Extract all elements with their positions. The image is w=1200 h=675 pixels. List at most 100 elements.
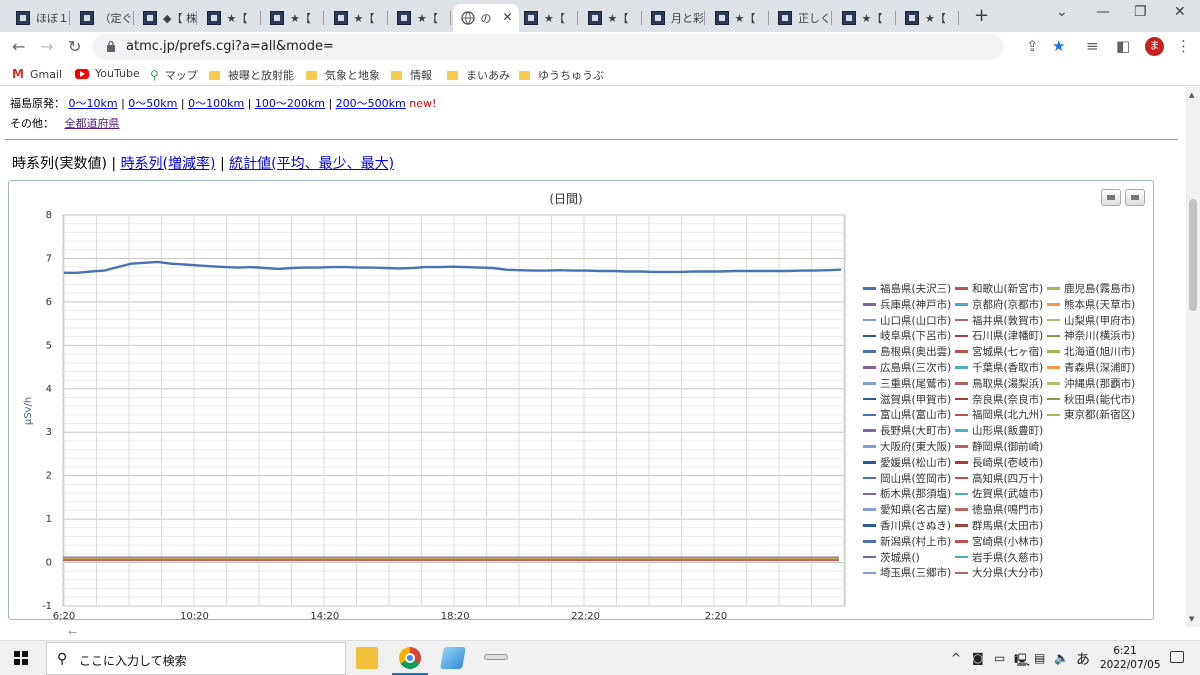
legend-item[interactable]: 岩手県(久慈市) <box>955 550 1043 565</box>
browser-tab[interactable]: 月と彩 <box>643 4 705 32</box>
browser-tab[interactable]: の ✕ <box>452 4 519 32</box>
address-bar[interactable]: atmc.jp/prefs.cgi?a=all&mode= <box>92 34 1004 60</box>
legend-item[interactable]: 香川県(さぬき) <box>863 518 951 533</box>
legend-item[interactable]: 大分県(大分市) <box>955 565 1043 580</box>
new-tab-button[interactable]: + <box>974 5 989 26</box>
browser-tab[interactable]: ★【 <box>834 4 896 32</box>
legend-item[interactable]: 山口県(山口市) <box>863 313 951 328</box>
legend-item[interactable]: 熊本県(天草市) <box>1047 297 1135 312</box>
bookmark-item[interactable]: まいあみ <box>447 67 510 83</box>
legend-item[interactable]: 兵庫県(神戸市) <box>863 297 951 312</box>
browser-tab[interactable]: ★【 <box>707 4 769 32</box>
browser-tab[interactable]: 正しく <box>770 4 832 32</box>
legend-item[interactable]: 北海道(旭川市) <box>1047 344 1135 359</box>
legend-item[interactable]: 高知県(四万十) <box>955 471 1043 486</box>
browser-tab[interactable]: ◆【 株 <box>135 4 197 32</box>
browser-tab[interactable]: ★【 <box>897 4 959 32</box>
scroll-up-icon[interactable]: ▲ <box>1189 91 1194 99</box>
browser-tab[interactable]: ★【 <box>262 4 324 32</box>
legend-item[interactable]: 徳島県(鳴門市) <box>955 502 1043 517</box>
bookmark-item[interactable]: ゆうちゅうぶ <box>519 67 604 83</box>
vertical-scrollbar[interactable]: ▲ ▼ <box>1186 87 1200 627</box>
scrollbar-thumb[interactable] <box>1189 199 1197 311</box>
legend-item[interactable]: 大阪府(東大阪) <box>863 439 951 454</box>
link-0-100km[interactable]: 0～100km <box>188 97 244 110</box>
browser-tab[interactable]: （定ぐ <box>72 4 134 32</box>
legend-item[interactable]: 和歌山(新宮市) <box>955 281 1043 296</box>
chrome-icon[interactable] <box>399 647 421 669</box>
legend-item[interactable]: 三重県(尾鷲市) <box>863 376 951 391</box>
bookmark-item[interactable]: YouTube <box>75 67 140 80</box>
minimize-icon[interactable]: — <box>1096 4 1110 20</box>
legend-item[interactable]: 滋賀県(甲賀市) <box>863 392 951 407</box>
tray-battery-icon[interactable]: ▭ <box>994 651 1005 665</box>
legend-item[interactable]: 富山県(富山市) <box>863 407 951 422</box>
tray-app-icon[interactable]: ◙ <box>972 651 984 665</box>
scroll-left-arrow-icon[interactable]: ← <box>68 626 77 639</box>
bookmark-item[interactable]: 被曝と放射能 <box>209 67 294 83</box>
taskbar-search[interactable]: ⚲ ここに入力して検索 <box>46 642 346 675</box>
browser-tab[interactable]: ★【 <box>389 4 451 32</box>
legend-item[interactable]: 埼玉県(三郷市) <box>863 565 951 580</box>
network-icon[interactable]: 🖳 <box>1014 651 1030 672</box>
print-icon[interactable] <box>1101 189 1121 206</box>
browser-tab[interactable]: ★【 <box>199 4 261 32</box>
menu-dots-icon[interactable]: ⋮ <box>1176 37 1191 55</box>
legend-item[interactable]: 鹿児島(霧島市) <box>1047 281 1135 296</box>
legend-item[interactable]: 神奈川(横浜市) <box>1047 328 1135 343</box>
legend-item[interactable]: 愛媛県(松山市) <box>863 455 951 470</box>
side-panel-icon[interactable]: ◧ <box>1116 37 1130 55</box>
forward-arrow-icon[interactable]: → <box>40 37 53 56</box>
tab-search-chevron-icon[interactable]: ⌄ <box>1056 4 1068 20</box>
legend-item[interactable]: 愛知県(名古屋) <box>863 502 951 517</box>
link-200-500km[interactable]: 200～500km <box>336 97 406 110</box>
legend-item[interactable]: 茨城県() <box>863 550 920 565</box>
legend-item[interactable]: 青森県(深浦町) <box>1047 360 1135 375</box>
volume-icon[interactable]: 🔈 <box>1054 651 1069 665</box>
legend-item[interactable]: 鳥取県(湯梨浜) <box>955 376 1043 391</box>
legend-item[interactable]: 岐阜県(下呂市) <box>863 328 951 343</box>
link-0-10km[interactable]: 0～10km <box>69 97 118 110</box>
close-tab-icon[interactable]: ✕ <box>502 10 512 24</box>
share-icon[interactable]: ⇪ <box>1026 37 1039 55</box>
legend-item[interactable]: 石川県(津幡町) <box>955 328 1043 343</box>
legend-item[interactable]: 福岡県(北九州) <box>955 407 1043 422</box>
legend-item[interactable]: 長野県(大町市) <box>863 423 951 438</box>
legend-item[interactable]: 山梨県(甲府市) <box>1047 313 1135 328</box>
legend-item[interactable]: 長崎県(壱岐市) <box>955 455 1043 470</box>
bookmark-item[interactable]: 気象と地象 <box>306 67 380 83</box>
browser-tab[interactable]: ★【 <box>516 4 578 32</box>
back-arrow-icon[interactable]: ← <box>12 37 25 56</box>
download-icon[interactable] <box>1125 189 1145 206</box>
tray-device-icon[interactable]: ▤ <box>1034 651 1045 665</box>
pen-app-icon[interactable] <box>484 654 508 660</box>
chart-mode-stats[interactable]: 統計値(平均、最少、最大) <box>229 156 394 172</box>
link-100-200km[interactable]: 100～200km <box>255 97 325 110</box>
legend-item[interactable]: 秋田県(能代市) <box>1047 392 1135 407</box>
link-0-50km[interactable]: 0～50km <box>128 97 177 110</box>
bookmark-item[interactable]: ⚲ マップ <box>150 67 198 83</box>
legend-item[interactable]: 宮崎県(小林市) <box>955 534 1043 549</box>
bookmark-star-icon[interactable]: ★ <box>1052 37 1065 55</box>
browser-tab[interactable]: ★【 <box>580 4 642 32</box>
legend-item[interactable]: 群馬県(太田市) <box>955 518 1043 533</box>
legend-item[interactable]: 山形県(飯豊町) <box>955 423 1043 438</box>
taskbar-clock[interactable]: 6:21 2022/07/05 <box>1100 644 1161 672</box>
legend-item[interactable]: 広島県(三次市) <box>863 360 951 375</box>
legend-item[interactable]: 千葉県(香取市) <box>955 360 1043 375</box>
legend-item[interactable]: 島根県(奥出雲) <box>863 344 951 359</box>
legend-item[interactable]: 新潟県(村上市) <box>863 534 951 549</box>
tray-expand-icon[interactable]: ^ <box>951 651 961 665</box>
bookmark-item[interactable]: M Gmail <box>12 67 62 81</box>
legend-item[interactable]: 栃木県(那須塩) <box>863 486 951 501</box>
legend-item[interactable]: 静岡県(御前崎) <box>955 439 1043 454</box>
windows-start-icon[interactable] <box>14 651 28 665</box>
notepad-app-icon[interactable] <box>440 647 466 669</box>
link-all-prefectures[interactable]: 全都道府県 <box>65 117 120 130</box>
profile-avatar[interactable]: ま <box>1145 37 1164 56</box>
browser-tab[interactable]: ほぼ１ <box>8 4 70 32</box>
reload-icon[interactable]: ↻ <box>68 37 81 56</box>
legend-item[interactable]: 岡山県(笠岡市) <box>863 471 951 486</box>
legend-item[interactable]: 奈良県(奈良市) <box>955 392 1043 407</box>
notification-icon[interactable] <box>1170 651 1184 663</box>
